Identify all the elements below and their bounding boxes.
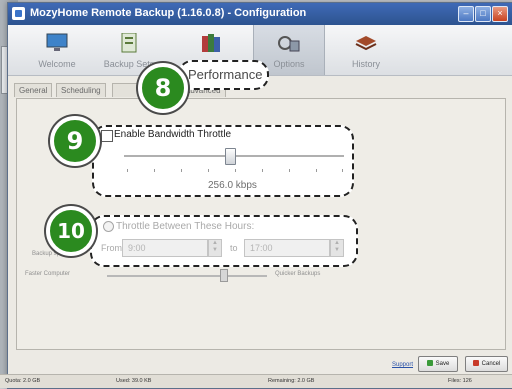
- slider-tick: [154, 169, 155, 172]
- backup-speed-thumb[interactable]: [220, 269, 228, 282]
- slider-tick: [262, 169, 263, 172]
- cancel-label: Cancel: [481, 361, 501, 367]
- history-icon: [355, 36, 377, 51]
- configuration-window: MozyHome Remote Backup (1.16.0.8) - Conf…: [7, 2, 512, 389]
- cancel-button[interactable]: Cancel: [465, 356, 508, 372]
- document-icon: [121, 33, 137, 53]
- save-label: Save: [435, 361, 450, 367]
- to-time-input[interactable]: 17:00: [244, 239, 330, 257]
- to-time-spinner[interactable]: ▲ ▼: [330, 239, 344, 257]
- tab-scheduling[interactable]: Scheduling: [56, 83, 106, 97]
- bandwidth-throttle-checkbox[interactable]: [101, 130, 113, 142]
- monitor-icon: [46, 33, 68, 51]
- tab-general[interactable]: General: [14, 83, 53, 97]
- from-label: From: [101, 243, 122, 253]
- toolbar-label: Welcome: [38, 59, 76, 69]
- files-status: Files: 126: [448, 378, 472, 384]
- faster-computer-label: Faster Computer: [25, 271, 71, 277]
- support-link[interactable]: Support: [392, 362, 413, 368]
- title-bar: MozyHome Remote Backup (1.16.0.8) - Conf…: [8, 3, 512, 25]
- slider-tick: [181, 169, 182, 172]
- remaining-status: Remaining: 2.0 GB: [268, 378, 315, 384]
- callout-badge-9: 9: [50, 116, 100, 166]
- minimize-button[interactable]: –: [458, 6, 474, 22]
- toolbar-history[interactable]: History: [331, 25, 401, 75]
- toolbar-welcome[interactable]: Welcome: [22, 25, 92, 75]
- throttle-hours-radio[interactable]: [103, 221, 114, 232]
- to-label: to: [230, 243, 238, 253]
- bandwidth-slider-thumb[interactable]: [224, 148, 236, 165]
- slider-tick: [289, 169, 290, 172]
- bandwidth-throttle-label: Enable Bandwidth Throttle: [114, 129, 232, 140]
- save-button[interactable]: Save: [418, 356, 458, 372]
- slider-tick: [235, 169, 236, 172]
- books-icon: [202, 34, 220, 52]
- options-icon: [278, 36, 300, 52]
- from-time-input[interactable]: 9:00: [122, 239, 208, 257]
- maximize-button[interactable]: □: [475, 6, 491, 22]
- bandwidth-value: 256.0 kbps: [208, 180, 257, 191]
- app-icon: [12, 7, 25, 20]
- callout-badge-10: 10: [46, 206, 96, 256]
- slider-tick: [127, 169, 128, 172]
- status-bar: Quota: 2.0 GB Used: 39.0 KB Remaining: 2…: [0, 374, 512, 388]
- slider-tick: [316, 169, 317, 172]
- close-button[interactable]: ×: [492, 6, 508, 22]
- from-time-spinner[interactable]: ▲ ▼: [208, 239, 222, 257]
- callout-badge-8: 8: [138, 63, 188, 113]
- toolbar-label: History: [351, 59, 380, 69]
- performance-tab-label: Performance: [188, 67, 263, 82]
- quota-status: Quota: 2.0 GB: [5, 378, 41, 384]
- backup-speed-track: [107, 275, 267, 277]
- save-icon: [426, 360, 433, 366]
- slider-tick: [208, 169, 209, 172]
- used-status: Used: 39.0 KB: [116, 378, 152, 384]
- cancel-icon: [472, 360, 479, 366]
- quicker-backups-label: Quicker Backups: [275, 271, 321, 277]
- window-title: MozyHome Remote Backup (1.16.0.8) - Conf…: [30, 7, 307, 19]
- slider-tick: [342, 169, 343, 172]
- throttle-hours-label: Throttle Between These Hours:: [116, 221, 255, 232]
